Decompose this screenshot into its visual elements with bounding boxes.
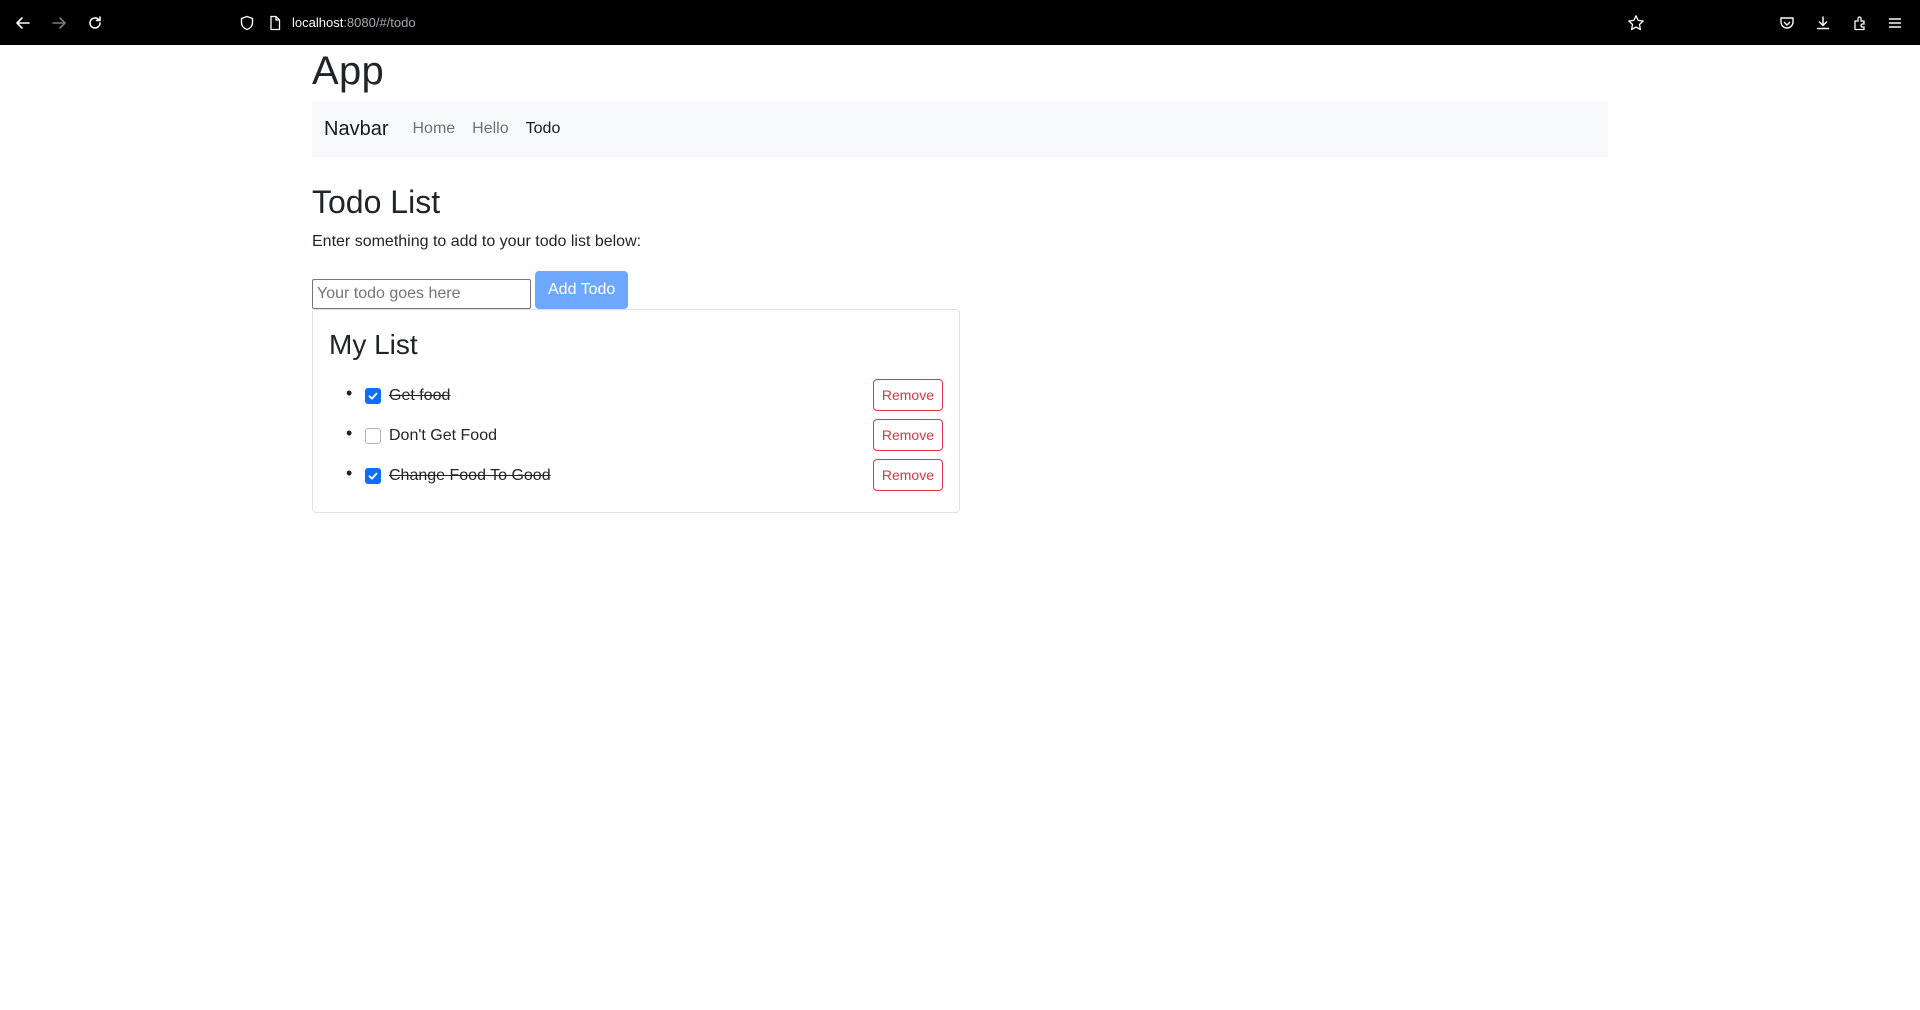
- checkmark-icon: [368, 392, 378, 400]
- nav-link-hello[interactable]: Hello: [472, 120, 508, 138]
- list-item: Get food Remove: [346, 376, 943, 416]
- nav-link-todo[interactable]: Todo: [526, 120, 561, 138]
- browser-toolbar: localhost:8080/#/todo: [0, 0, 1920, 45]
- todo-checkbox[interactable]: [365, 427, 381, 444]
- todo-input[interactable]: [312, 279, 531, 310]
- extensions-icon[interactable]: [1849, 12, 1871, 34]
- nav-link-home[interactable]: Home: [412, 120, 455, 138]
- todo-text: Don't Get Food: [389, 426, 497, 444]
- todo-text: Get food: [389, 386, 451, 404]
- card-title: My List: [329, 329, 418, 361]
- list-item: Don't Get Food Remove: [346, 416, 943, 456]
- bookmark-star-icon[interactable]: [1625, 12, 1647, 34]
- forward-icon[interactable]: [48, 12, 70, 34]
- add-todo-form: Add Todo: [312, 271, 1608, 310]
- todo-list: Get food Remove Don't Get Food Remove Ch…: [329, 376, 943, 496]
- pocket-icon[interactable]: [1776, 12, 1798, 34]
- todo-card: My List Get food Remove Don't Get Food R…: [312, 309, 960, 513]
- todo-checkbox[interactable]: [365, 467, 381, 484]
- todo-text: Change Food To Good: [389, 466, 551, 484]
- menu-icon[interactable]: [1884, 12, 1906, 34]
- list-item: Change Food To Good Remove: [346, 456, 943, 496]
- url-text[interactable]: localhost:8080/#/todo: [292, 15, 416, 30]
- navbar: Navbar Home Hello Todo: [312, 101, 1608, 157]
- todo-checkbox[interactable]: [365, 387, 381, 404]
- download-icon[interactable]: [1812, 12, 1834, 34]
- add-todo-button[interactable]: Add Todo: [535, 271, 629, 310]
- page-title: Todo List: [312, 184, 441, 220]
- page-container: App Navbar Home Hello Todo Todo List Ent…: [312, 45, 1608, 513]
- remove-button[interactable]: Remove: [872, 378, 943, 411]
- page-icon: [264, 12, 286, 34]
- shield-icon[interactable]: [236, 12, 258, 34]
- url-bar[interactable]: [231, 7, 1652, 39]
- url-path: :8080/#/todo: [343, 15, 416, 30]
- url-host: localhost: [292, 15, 344, 30]
- back-icon[interactable]: [12, 12, 34, 34]
- checkmark-icon: [368, 472, 378, 480]
- remove-button[interactable]: Remove: [872, 418, 943, 451]
- remove-button[interactable]: Remove: [872, 458, 943, 491]
- app-title: App: [312, 49, 385, 93]
- navbar-brand[interactable]: Navbar: [324, 118, 388, 141]
- reload-icon[interactable]: [84, 12, 106, 34]
- page-intro: Enter something to add to your todo list…: [312, 233, 642, 251]
